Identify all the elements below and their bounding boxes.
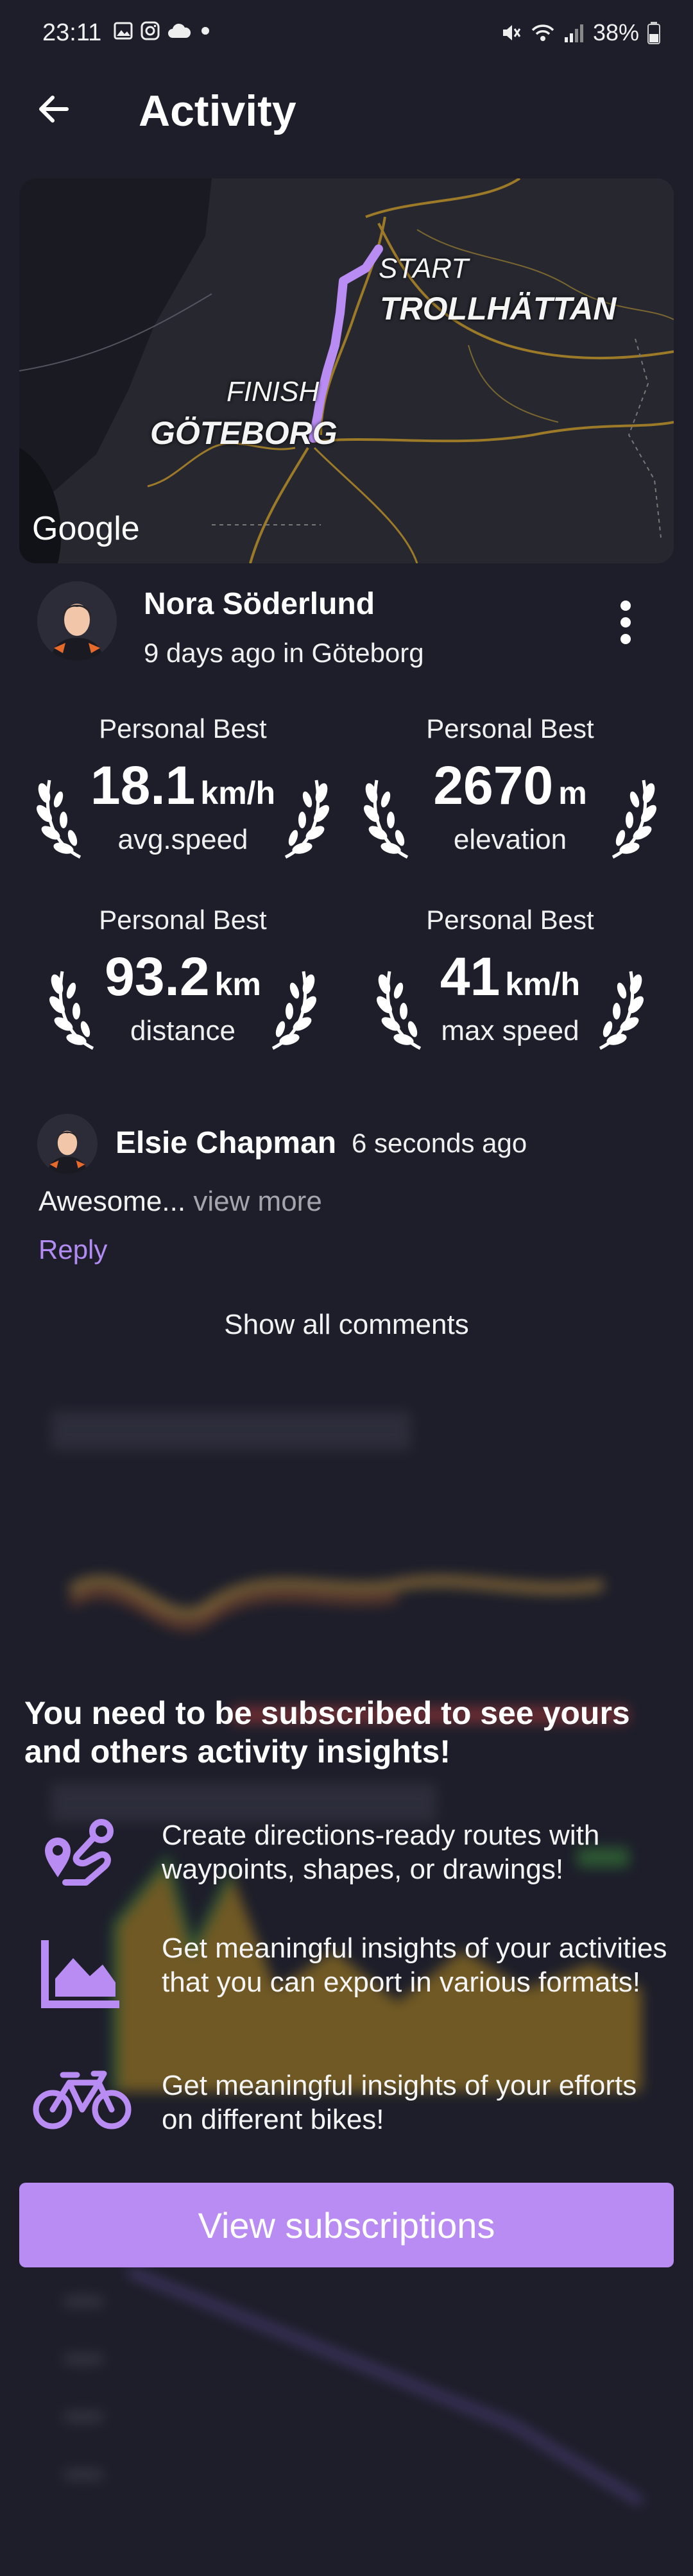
badge-number: 41 — [440, 946, 501, 1007]
feature-text: Get meaningful insights of your efforts … — [162, 2070, 637, 2135]
route-map[interactable]: START TROLLHÄTTAN FINISH GÖTEBORG Google — [19, 178, 674, 563]
badge-unit: km — [214, 966, 261, 1002]
badge-distance: Personal Best 93.2 km distance — [35, 905, 330, 1071]
wifi-icon — [531, 24, 554, 41]
badge-number: 2670 — [433, 755, 554, 815]
status-bar: 23:11 38% — [0, 0, 693, 67]
map-start-city: TROLLHÄTTAN — [380, 291, 617, 327]
comment-author[interactable]: Elsie Chapman — [116, 1125, 336, 1161]
dot-icon — [201, 27, 209, 35]
commenter-avatar[interactable] — [37, 1114, 98, 1174]
map-roads — [19, 178, 674, 563]
status-time: 23:11 — [42, 19, 102, 46]
person-avatar-icon — [37, 581, 117, 661]
gallery-icon — [114, 22, 133, 40]
comment-time: 6 seconds ago — [352, 1128, 527, 1158]
badge-unit: km/h — [200, 775, 276, 811]
back-button[interactable] — [28, 83, 80, 135]
badge-title: Personal Best — [426, 713, 594, 744]
person-avatar-icon — [37, 1114, 98, 1174]
laurel-right-icon — [612, 780, 656, 859]
cloud-icon — [168, 23, 191, 38]
badge-unit: km/h — [505, 966, 581, 1002]
battery-percent: 38% — [592, 19, 639, 46]
area-chart-icon — [41, 1940, 119, 2008]
map-finish-city: GÖTEBORG — [150, 415, 338, 451]
page-title: Activity — [139, 87, 296, 135]
more-dot — [620, 601, 631, 611]
laurel-right-icon — [599, 971, 644, 1050]
battery-icon — [647, 22, 660, 44]
map-start-label: START — [379, 253, 469, 284]
status-icons-left — [113, 21, 213, 41]
laurel-left-icon — [364, 780, 409, 859]
route-icon — [45, 1819, 114, 1886]
badge-number: 18.1 — [90, 755, 196, 815]
laurel-left-icon — [49, 971, 94, 1050]
app-bar: Activity — [0, 67, 693, 163]
arrow-left-icon — [39, 96, 69, 123]
badge-unit: m — [558, 775, 587, 811]
user-name[interactable]: Nora Söderlund — [144, 586, 375, 622]
more-dot — [620, 634, 631, 644]
feature-text: Get meaningful insights of your activiti… — [162, 1932, 667, 1998]
comment-body: Awesome... — [38, 1186, 186, 1217]
subscription-heading: You need to be subscribed to see yours a… — [24, 1695, 630, 1770]
laurel-left-icon — [37, 780, 81, 859]
feature-text: Create directions-ready routes with wayp… — [162, 1820, 600, 1885]
laurel-left-icon — [377, 971, 422, 1050]
view-subscriptions-button[interactable]: View subscriptions — [19, 2183, 674, 2267]
badge-number: 93.2 — [105, 946, 210, 1007]
signal-icon — [564, 24, 583, 42]
status-icons-right: 38% — [499, 19, 661, 46]
activity-meta: 9 days ago in Göteborg — [144, 638, 424, 668]
more-dot — [620, 617, 631, 627]
map-finish-label: FINISH — [227, 376, 320, 407]
comment-text: Awesome... view more — [38, 1186, 322, 1218]
bicycle-icon — [33, 2070, 132, 2129]
mute-icon — [502, 25, 521, 40]
instagram-icon — [141, 21, 160, 40]
more-options-button[interactable] — [610, 597, 642, 648]
badge-title: Personal Best — [99, 713, 267, 744]
badge-max-speed: Personal Best 41 km/h max speed — [363, 905, 658, 1071]
laurel-right-icon — [271, 971, 316, 1050]
laurel-right-icon — [284, 780, 329, 859]
reply-link[interactable]: Reply — [38, 1234, 107, 1265]
google-logo: Google — [32, 510, 140, 547]
show-all-comments-link[interactable]: Show all comments — [0, 1309, 693, 1341]
user-avatar[interactable] — [37, 581, 117, 661]
badge-avg-speed: Personal Best 18.1 km/h avg.speed — [35, 713, 330, 880]
view-more-link[interactable]: view more — [193, 1186, 322, 1217]
badge-title: Personal Best — [426, 905, 594, 935]
badge-title: Personal Best — [99, 905, 267, 935]
badge-elevation: Personal Best 2670 m elevation — [363, 713, 658, 880]
